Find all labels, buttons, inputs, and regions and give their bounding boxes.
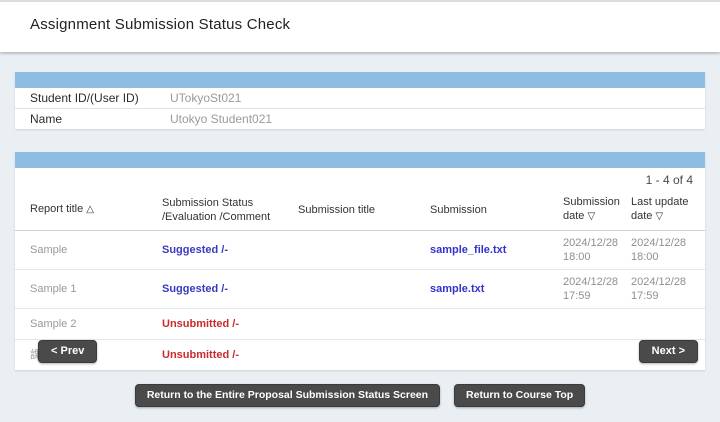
student-name-row: Name Utokyo Student021 <box>15 109 705 129</box>
submission-date-cell: 2024/12/28 17:59 <box>563 275 631 303</box>
column-label: Submission <box>430 204 487 216</box>
column-label: Submission Status /Evaluation /Comment <box>162 197 270 223</box>
student-name-label: Name <box>15 112 170 126</box>
student-id-label: Student ID/(User ID) <box>15 91 170 105</box>
table-row: Sample 1 Suggested /- sample.txt 2024/12… <box>15 270 705 309</box>
column-header-submission: Submission <box>430 203 563 217</box>
next-page-button[interactable]: Next > <box>639 340 698 363</box>
submission-results-table: 1 - 4 of 4 Report title △ Submission Sta… <box>15 152 705 370</box>
sort-desc-icon[interactable]: ▽ <box>587 211 595 222</box>
student-info-table: Student ID/(User ID) UTokyoSt021 Name Ut… <box>15 72 705 129</box>
submission-file-link[interactable]: sample.txt <box>430 283 484 295</box>
prev-page-button[interactable]: < Prev <box>38 340 97 363</box>
status-cell: Unsubmitted /- <box>162 317 298 331</box>
return-entire-status-button[interactable]: Return to the Entire Proposal Submission… <box>135 384 440 407</box>
last-update-date-cell: 2024/12/28 18:00 <box>631 236 705 264</box>
sort-desc-icon[interactable]: ▽ <box>655 211 663 222</box>
column-header-submission-status: Submission Status /Evaluation /Comment <box>162 196 298 224</box>
table-row: 課題サンプル Unsubmitted /- <box>15 340 705 370</box>
column-header-last-update-date[interactable]: Last update date ▽ <box>631 195 705 224</box>
column-label: Submission title <box>298 204 375 216</box>
report-title-cell: Sample 1 <box>30 282 162 296</box>
status-cell: Unsubmitted /- <box>162 348 298 362</box>
submission-file-link[interactable]: sample_file.txt <box>430 244 506 256</box>
sort-asc-icon[interactable]: △ <box>86 204 94 215</box>
column-header-submission-date[interactable]: Submission date ▽ <box>563 195 631 224</box>
submission-date-cell: 2024/12/28 18:00 <box>563 236 631 264</box>
student-id-value: UTokyoSt021 <box>170 91 241 105</box>
student-id-row: Student ID/(User ID) UTokyoSt021 <box>15 88 705 109</box>
student-name-value: Utokyo Student021 <box>170 112 272 126</box>
footer-actions: Return to the Entire Proposal Submission… <box>0 384 720 407</box>
assignment-status-screen: Assignment Submission Status Check Stude… <box>0 0 720 422</box>
status-cell: Suggested /- <box>162 282 298 296</box>
results-column-headers: Report title △ Submission Status /Evalua… <box>15 191 705 231</box>
pagination-status: 1 - 4 of 4 <box>15 168 705 191</box>
page-title: Assignment Submission Status Check <box>30 16 290 33</box>
report-title-cell: Sample <box>30 243 162 257</box>
table-row: Sample Suggested /- sample_file.txt 2024… <box>15 231 705 270</box>
submission-cell: sample.txt <box>430 282 563 296</box>
column-label: Report title <box>30 203 83 215</box>
report-title-cell: Sample 2 <box>30 317 162 331</box>
results-header-bar <box>15 152 705 168</box>
column-header-submission-title: Submission title <box>298 203 430 217</box>
last-update-date-cell: 2024/12/28 17:59 <box>631 275 705 303</box>
submission-cell: sample_file.txt <box>430 243 563 257</box>
column-header-report-title[interactable]: Report title △ <box>30 202 162 217</box>
table-row: Sample 2 Unsubmitted /- <box>15 309 705 340</box>
status-cell: Suggested /- <box>162 243 298 257</box>
student-info-header-bar <box>15 72 705 88</box>
page-header: Assignment Submission Status Check <box>0 0 720 52</box>
return-course-top-button[interactable]: Return to Course Top <box>454 384 585 407</box>
